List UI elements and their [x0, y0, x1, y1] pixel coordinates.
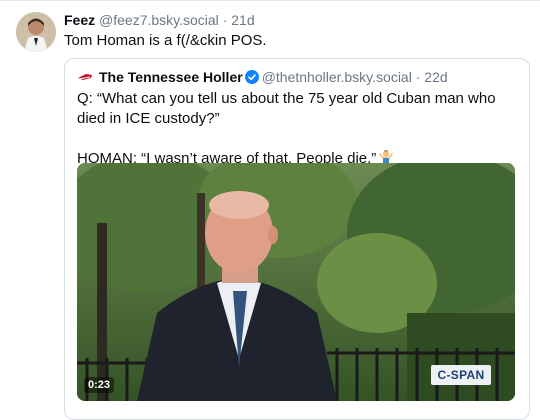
quoted-post[interactable]: The Tennessee Holler @thetnholler.bsky.s…	[64, 58, 530, 420]
header-separator: ·	[222, 12, 228, 28]
quoted-post-text: Q: “What can you tell us about the 75 ye…	[77, 89, 519, 169]
cspan-watermark: C-SPAN	[431, 365, 491, 385]
post-header: Feez @feez7.bsky.social · 21d	[64, 11, 255, 29]
quoted-header-separator: ·	[415, 69, 421, 85]
quoted-post-header: The Tennessee Holler @thetnholler.bsky.s…	[77, 68, 448, 86]
author-avatar[interactable]	[16, 12, 56, 52]
quoted-text-line-question: Q: “What can you tell us about the 75 ye…	[77, 90, 496, 127]
post[interactable]: Feez @feez7.bsky.social · 21d Tom Homan …	[0, 0, 540, 420]
post-text: Tom Homan is a f(/&ckin POS.	[64, 32, 267, 49]
video-player[interactable]: 0:23 C-SPAN	[77, 163, 515, 401]
verified-badge-icon	[244, 70, 259, 84]
video-duration-badge: 0:23	[84, 377, 115, 393]
author-name[interactable]: Feez	[64, 12, 95, 28]
quoted-author-handle[interactable]: @thetnholler.bsky.social	[262, 69, 412, 85]
quoted-post-age[interactable]: 22d	[424, 69, 447, 85]
post-age[interactable]: 21d	[231, 12, 254, 28]
quoted-author-name[interactable]: The Tennessee Holler	[99, 69, 243, 85]
quoted-author-avatar[interactable]	[77, 69, 93, 85]
author-handle[interactable]: @feez7.bsky.social	[99, 12, 219, 28]
